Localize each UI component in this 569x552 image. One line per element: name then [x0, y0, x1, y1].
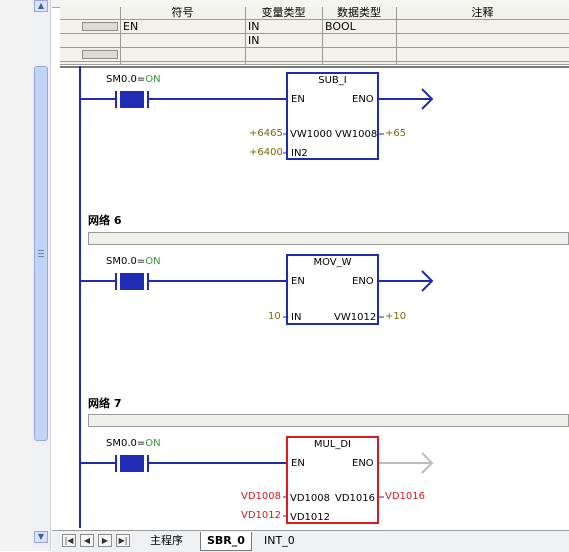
box-title: SUB_I	[318, 75, 347, 86]
contact-label: SM0.0=ON	[106, 438, 161, 449]
contact-label: SM0.0=ON	[106, 256, 161, 267]
prev-tab-button[interactable]: ◀	[80, 534, 94, 547]
sub-i-box[interactable]: SUB_I EN ENO VW1000 VW1008 IN2	[286, 72, 379, 160]
contact-label: SM0.0=ON	[106, 74, 161, 85]
out-address: VD1016	[335, 493, 375, 504]
contact-sm0-0[interactable]	[116, 273, 148, 290]
box-title: MUL_DI	[313, 439, 352, 450]
in-value: 10	[268, 311, 281, 322]
in2-value: +6400	[249, 147, 283, 158]
eno-pin: ENO	[352, 276, 374, 287]
in2-value: VD1012	[241, 510, 281, 521]
tab-main[interactable]: 主程序	[144, 532, 189, 550]
contact-sm0-0[interactable]	[116, 455, 148, 472]
tab-bar: |◀ ◀ ▶ ▶| 主程序 SBR_0 INT_0	[52, 530, 569, 552]
ladder-rungs	[81, 88, 434, 517]
en-pin: EN	[291, 276, 305, 287]
in1-address: VW1000	[290, 129, 333, 140]
next-tab-button[interactable]: ▶	[98, 534, 112, 547]
in2-address: VD1012	[290, 512, 330, 523]
out-value: +10	[385, 311, 407, 322]
box-title: MOV_W	[313, 257, 352, 268]
network-7-label: 网络 7	[88, 397, 122, 410]
in1-value: VD1008	[241, 491, 281, 502]
in2-pin: IN2	[291, 148, 308, 159]
eno-pin: ENO	[352, 458, 374, 469]
mov-w-box[interactable]: MOV_W EN ENO IN VW1012	[286, 254, 379, 325]
mul-di-box[interactable]: MUL_DI EN ENO VD1008 VD1016 VD1012	[286, 436, 379, 524]
out-address: VW1012	[334, 312, 377, 323]
en-pin: EN	[291, 458, 305, 469]
eno-pin: ENO	[352, 94, 374, 105]
en-pin: EN	[291, 94, 305, 105]
network-6-comment[interactable]	[88, 232, 569, 245]
in1-value: +6465	[249, 128, 283, 139]
in-pin: IN	[291, 312, 302, 323]
tab-int-0[interactable]: INT_0	[258, 532, 301, 550]
out-value: VD1016	[385, 491, 425, 502]
out-address: VW1008	[335, 129, 378, 140]
contact-sm0-0[interactable]	[116, 91, 148, 108]
in1-address: VD1008	[290, 493, 330, 504]
out-value: +65	[385, 128, 407, 139]
first-tab-button[interactable]: |◀	[62, 534, 76, 547]
network-6-label: 网络 6	[88, 214, 122, 227]
tab-sbr-0[interactable]: SBR_0	[200, 532, 252, 551]
last-tab-button[interactable]: ▶|	[116, 534, 130, 547]
network-7-comment[interactable]	[88, 414, 569, 427]
